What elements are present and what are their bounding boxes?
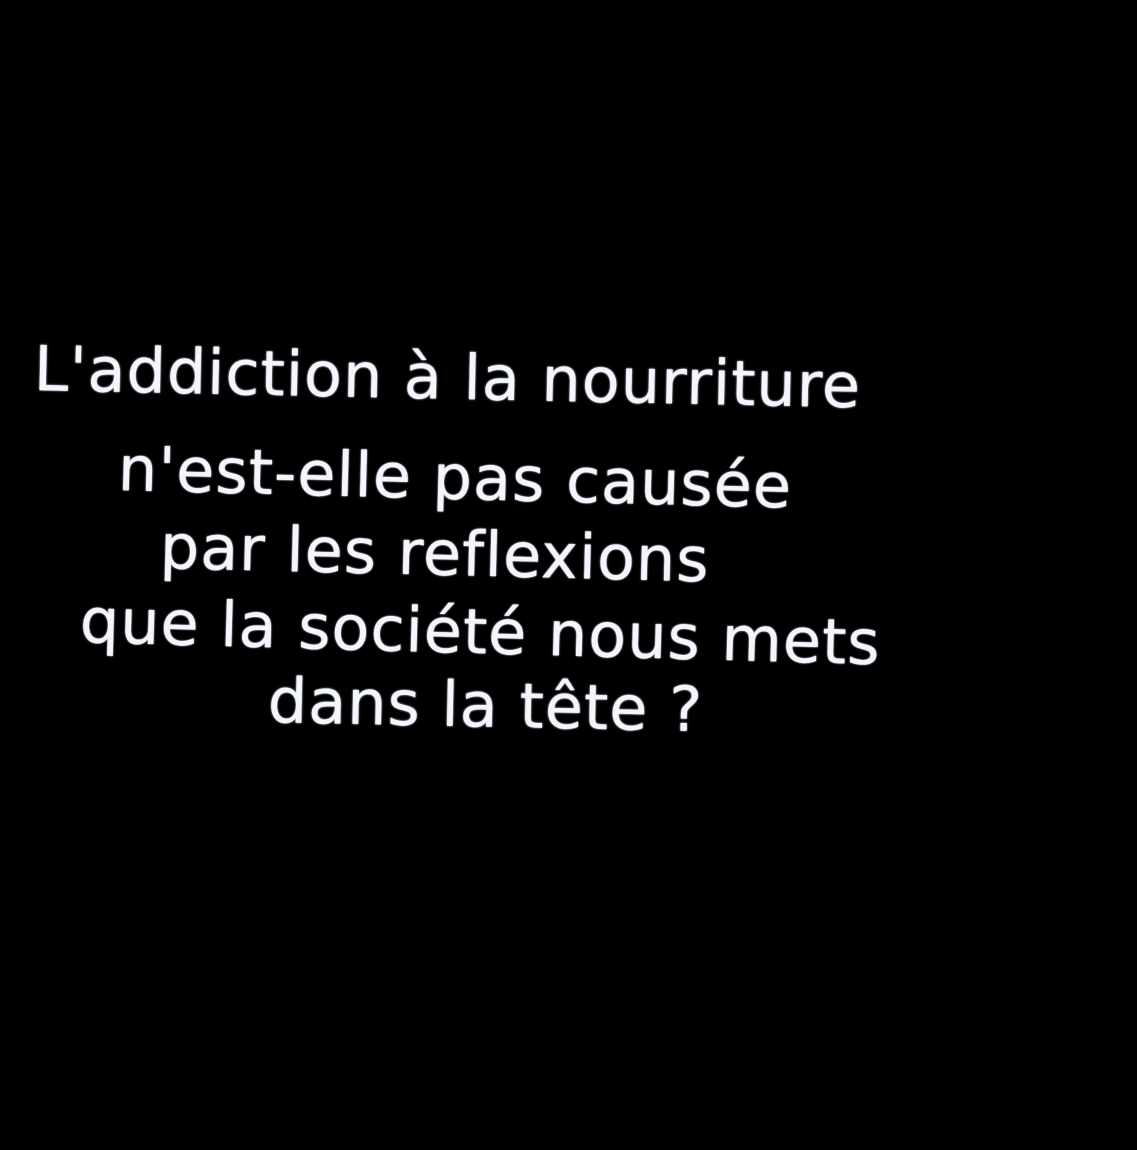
chalkboard-canvas: L'addiction à la nourriture n'est-elle p…	[0, 0, 1137, 1150]
quote-line-2: n'est-elle pas causée	[117, 432, 793, 523]
quote-line-1: L'addiction à la nourriture	[33, 332, 862, 423]
handwritten-quote: L'addiction à la nourriture n'est-elle p…	[0, 0, 1137, 1150]
quote-line-5: dans la tête ?	[267, 664, 704, 747]
quote-line-3: par les reflexions	[159, 510, 711, 597]
quote-line-4: que la société nous mets	[78, 584, 882, 680]
